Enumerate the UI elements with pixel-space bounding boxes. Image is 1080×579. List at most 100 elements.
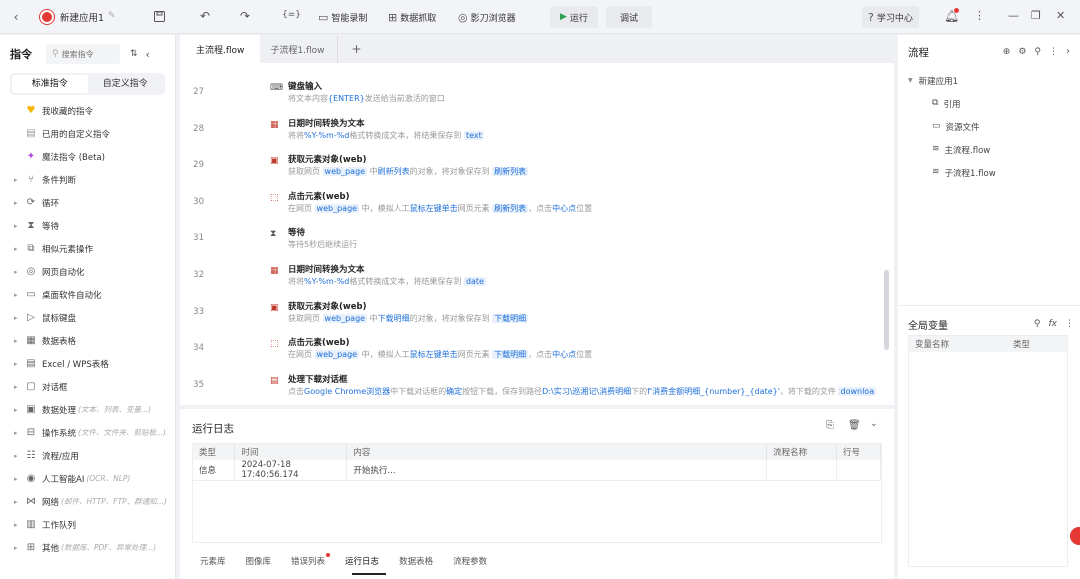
- bottom-tab[interactable]: 数据表格: [399, 555, 433, 567]
- category-label: 对话框: [42, 382, 68, 393]
- used-custom-item[interactable]: ▤ 已用的自定义指令: [0, 122, 175, 145]
- category-item[interactable]: ▸ ⊟ 操作系统 (文件、文件夹、剪贴板...): [0, 421, 175, 444]
- run-label: 运行: [569, 13, 588, 24]
- caret-right-icon: ▸: [14, 520, 18, 529]
- tree-item-sub-flow[interactable]: ≋ 子流程1.flow: [898, 161, 1080, 184]
- redo-icon[interactable]: ↷: [240, 10, 250, 22]
- close-icon[interactable]: ✕: [1056, 10, 1065, 21]
- trash-icon[interactable]: 🗑︎: [848, 421, 861, 431]
- magic-item[interactable]: ✦ 魔法指令 (Beta): [0, 145, 175, 168]
- instruction-search[interactable]: ⚲: [46, 44, 120, 64]
- desc-text: %Y-%m-%d: [304, 130, 350, 140]
- smart-record-button[interactable]: ▭ 智能录制: [312, 6, 373, 28]
- bottom-tab[interactable]: 运行日志: [345, 555, 379, 567]
- custom-icon: ▤: [26, 128, 36, 139]
- flow-step[interactable]: 30 ⬚ 点击元素(web) 在网页 web_page 中，模拟人工鼠标左键单击网页元…: [180, 187, 880, 223]
- undo-icon[interactable]: ↶: [200, 10, 210, 22]
- category-item[interactable]: ▸ ▤ Excel / WPS表格: [0, 352, 175, 375]
- tab-standard[interactable]: 标准指令: [12, 75, 88, 93]
- desc-text: 下载明细: [377, 313, 410, 323]
- collapse-right-icon[interactable]: ›: [1066, 47, 1070, 57]
- category-item[interactable]: ▸ ▣ 数据处理 (文本、列表、变量...): [0, 398, 175, 421]
- flow-step[interactable]: 35 ▤ 处理下载对话框 点击Google Chrome浏览器中下载对话框的确定按钮下…: [180, 370, 880, 405]
- bottom-tab[interactable]: 错误列表: [291, 553, 331, 567]
- assistant-badge[interactable]: [1068, 525, 1080, 547]
- more-icon[interactable]: ⋮: [1049, 47, 1058, 57]
- log-row[interactable]: 信息 2024-07-18 17:40:56.174 开始执行...: [193, 460, 881, 481]
- variable-icon[interactable]: {=}: [282, 11, 301, 20]
- line-number: 27: [193, 87, 204, 97]
- search-icon[interactable]: ⚲: [1034, 320, 1041, 329]
- search-input[interactable]: [61, 49, 116, 59]
- flow-step[interactable]: 31 ⧗ 等待 等待5秒后继续运行: [180, 223, 880, 259]
- category-item[interactable]: ▸ ⟳ 循环: [0, 191, 175, 214]
- category-item[interactable]: ▸ ⑂ 条件判断: [0, 168, 175, 191]
- function-icon[interactable]: fx: [1049, 320, 1058, 329]
- tab-main-flow[interactable]: 主流程.flow: [180, 35, 261, 63]
- add-tab-button[interactable]: +: [338, 35, 376, 63]
- category-item[interactable]: ▸ ⧗ 等待: [0, 214, 175, 237]
- category-item[interactable]: ▸ ⊞ 其他 (数据库、PDF、异常处理...): [0, 536, 175, 559]
- caret-right-icon: ▸: [14, 198, 18, 207]
- desc-text: 获取网页: [288, 313, 323, 323]
- tab-sub-flow[interactable]: 子流程1.flow: [260, 35, 338, 63]
- flow-step[interactable]: 27 ⌨ 键盘输入 将文本内容{ENTER}发送给当前激活的窗口: [180, 77, 880, 113]
- desc-text: Google Chrome浏览器: [304, 386, 391, 396]
- collapse-icon[interactable]: ‹: [146, 49, 150, 60]
- step-title: 日期时间转换为文本: [288, 265, 365, 275]
- tree-root[interactable]: ▼ 新建应用1: [898, 69, 1080, 92]
- add-flow-icon[interactable]: ⊕: [1003, 47, 1011, 57]
- yingdao-browser-button[interactable]: ◎ 影刀浏览器: [452, 6, 522, 28]
- learning-center-button[interactable]: ? 学习中心: [862, 6, 919, 28]
- category-item[interactable]: ▸ ☷ 流程/应用: [0, 444, 175, 467]
- caret-right-icon: ▸: [14, 175, 18, 184]
- flow-step[interactable]: 29 ▣ 获取元素对象(web) 获取网页 web_page 中刷新列表的对象，将对象…: [180, 150, 880, 186]
- category-item[interactable]: ▸ ⧉ 相似元素操作: [0, 237, 175, 260]
- tree-item-resources[interactable]: ▭ 资源文件: [898, 115, 1080, 138]
- run-button[interactable]: ▶ 运行: [550, 6, 598, 28]
- favorites-item[interactable]: ♥ 我收藏的指令: [0, 99, 175, 122]
- flow-step[interactable]: 34 ⬚ 点击元素(web) 在网页 web_page 中，模拟人工鼠标左键单击网页元…: [180, 333, 880, 369]
- restore-icon[interactable]: ❐: [1031, 10, 1041, 21]
- bottom-tab[interactable]: 图像库: [246, 555, 272, 567]
- bottom-tab[interactable]: 流程参数: [453, 555, 487, 567]
- settings-icon[interactable]: ⚙: [1018, 47, 1026, 57]
- sort-icon[interactable]: ⇅: [130, 49, 138, 59]
- bottom-tab[interactable]: 元素库: [200, 555, 226, 567]
- flow-step[interactable]: 32 ▦ 日期时间转换为文本 将将%Y-%m-%d格式转换成文本，将结果保存到 dat…: [180, 260, 880, 296]
- editor-scrollbar[interactable]: [884, 270, 889, 350]
- export-icon[interactable]: ⎘: [826, 421, 834, 431]
- category-item[interactable]: ▸ ◉ 人工智能AI (OCR、NLP): [0, 467, 175, 490]
- category-item[interactable]: ▸ ◎ 网页自动化: [0, 260, 175, 283]
- debug-button[interactable]: 调试: [606, 6, 653, 28]
- minimize-icon[interactable]: —: [1008, 10, 1019, 21]
- tree-item-main-flow[interactable]: ≋ 主流程.flow: [898, 138, 1080, 161]
- loop-icon: ⟳: [26, 197, 36, 208]
- step-description: 将将%Y-%m-%d格式转换成文本，将结果保存到 text: [288, 130, 484, 141]
- category-item[interactable]: ▸ ▷ 鼠标键盘: [0, 306, 175, 329]
- category-item[interactable]: ▸ ⋈ 网络 (邮件、HTTP、FTP、群通知...): [0, 490, 175, 513]
- save-icon[interactable]: [154, 11, 165, 22]
- app-name: 新建应用1: [60, 12, 105, 24]
- tree-item-ref[interactable]: ⧉ 引用: [898, 92, 1080, 115]
- edit-icon[interactable]: ✎: [108, 12, 116, 21]
- more-icon[interactable]: ⋮: [974, 10, 985, 21]
- chevron-down-icon[interactable]: ⌄: [870, 420, 878, 429]
- category-item[interactable]: ▸ ▢ 对话框: [0, 375, 175, 398]
- data-capture-button[interactable]: ⊞ 数据抓取: [382, 6, 442, 28]
- back-icon[interactable]: ‹: [10, 11, 22, 23]
- variable-tag: web_page: [314, 350, 360, 360]
- category-item[interactable]: ▸ ▥ 工作队列: [0, 513, 175, 536]
- flow-step[interactable]: 33 ▣ 获取元素对象(web) 获取网页 web_page 中下载明细的对象，将对象…: [180, 297, 880, 333]
- line-number: 32: [193, 270, 204, 280]
- similar-icon: ⧉: [27, 243, 35, 254]
- category-item[interactable]: ▸ ▭ 桌面软件自动化: [0, 283, 175, 306]
- flow-step[interactable]: 28 ▦ 日期时间转换为文本 将将%Y-%m-%d格式转换成文本，将结果保存到 tex…: [180, 114, 880, 150]
- search-icon[interactable]: ⚲: [1034, 47, 1041, 57]
- more-icon[interactable]: ⋮: [1065, 320, 1074, 329]
- variable-tag: 下载明细: [492, 350, 529, 360]
- tab-custom[interactable]: 自定义指令: [88, 75, 164, 93]
- element-icon: ▣: [270, 156, 279, 167]
- category-item[interactable]: ▸ ▦ 数据表格: [0, 329, 175, 352]
- step-title: 点击元素(web): [288, 338, 350, 349]
